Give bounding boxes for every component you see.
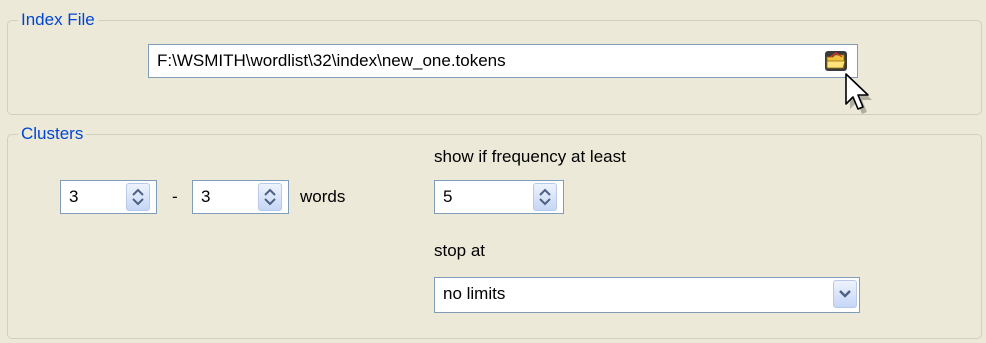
frequency-spin-button[interactable] <box>533 183 557 211</box>
frequency-label: show if frequency at least <box>434 147 626 166</box>
index-file-path-input[interactable]: F:\WSMITH\wordlist\32\index\new_one.toke… <box>148 44 858 78</box>
max-words-spin-button[interactable] <box>258 183 282 211</box>
index-file-group-title: Index File <box>18 8 98 32</box>
up-down-arrows-icon <box>539 188 551 206</box>
stop-at-value: no limits <box>443 284 506 303</box>
min-words-spin-button[interactable] <box>126 183 150 211</box>
range-separator: - <box>172 187 178 206</box>
mouse-cursor-icon <box>845 73 872 114</box>
max-words-value: 3 <box>201 187 211 206</box>
up-down-arrows-icon <box>264 188 276 206</box>
words-label: words <box>300 187 346 206</box>
stop-at-dropdown[interactable]: no limits <box>434 277 860 313</box>
frequency-value: 5 <box>443 187 453 206</box>
max-words-spinner[interactable]: 3 <box>192 180 289 214</box>
index-file-path-text: F:\WSMITH\wordlist\32\index\new_one.toke… <box>157 51 506 70</box>
stop-at-label: stop at <box>434 241 486 260</box>
min-words-value: 3 <box>69 187 79 206</box>
stop-at-dropdown-button[interactable] <box>833 280 857 308</box>
up-down-arrows-icon <box>132 188 144 206</box>
chevron-down-icon <box>839 290 851 298</box>
min-words-spinner[interactable]: 3 <box>60 180 157 214</box>
browse-folder-button[interactable] <box>822 48 850 74</box>
frequency-spinner[interactable]: 5 <box>434 180 564 214</box>
folder-open-icon <box>825 51 847 71</box>
clusters-group-title: Clusters <box>18 122 87 146</box>
